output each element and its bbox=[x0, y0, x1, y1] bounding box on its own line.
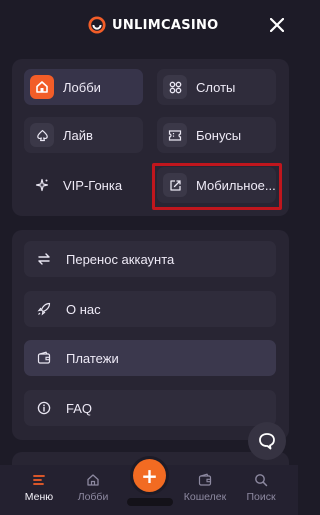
menu-tile-label: Лайв bbox=[63, 127, 93, 143]
menu-tile-bonuses[interactable]: Бонусы bbox=[157, 117, 276, 153]
menu-tile-label: Мобильное... bbox=[196, 177, 276, 193]
logo[interactable]: unlimcasino bbox=[88, 15, 219, 35]
nav-wallet-label: Кошелек bbox=[183, 491, 227, 503]
home-indicator bbox=[127, 498, 173, 506]
menu-row-about[interactable]: О нас bbox=[24, 291, 276, 327]
nav-lobby[interactable]: Лобби bbox=[65, 473, 121, 509]
nav-search[interactable]: Поиск bbox=[233, 473, 289, 509]
menu-tile-label: VIP-Гонка bbox=[63, 177, 123, 193]
menu-row-label: Платежи bbox=[66, 350, 119, 366]
home-icon bbox=[30, 75, 54, 99]
external-edit-icon bbox=[163, 173, 187, 197]
close-button[interactable] bbox=[266, 14, 288, 36]
logo-text: unlimcasino bbox=[112, 17, 219, 33]
home-icon bbox=[87, 474, 99, 486]
close-icon bbox=[270, 18, 284, 32]
rocket-icon bbox=[32, 297, 56, 321]
info-icon bbox=[32, 396, 56, 420]
spade-icon bbox=[30, 123, 54, 147]
menu-tile-mobile-app[interactable]: Мобильное... bbox=[157, 167, 276, 203]
chat-icon bbox=[259, 433, 275, 450]
menu-tile-live[interactable]: Лайв bbox=[24, 117, 143, 153]
nav-menu[interactable]: Меню bbox=[11, 473, 67, 509]
wallet-icon bbox=[198, 473, 212, 486]
menu-row-faq[interactable]: FAQ bbox=[24, 390, 276, 426]
grid-icon bbox=[163, 75, 187, 99]
add-button[interactable]: + bbox=[133, 459, 166, 492]
ticket-icon bbox=[163, 123, 187, 147]
search-icon bbox=[255, 474, 268, 487]
menu-tile-lobby[interactable]: Лобби bbox=[24, 69, 143, 105]
nav-wallet[interactable]: Кошелек bbox=[177, 473, 233, 509]
nav-menu-label: Меню bbox=[24, 491, 54, 503]
chat-support-button[interactable] bbox=[248, 422, 286, 460]
menu-row-label: Перенос аккаунта bbox=[66, 251, 175, 267]
nav-search-label: Поиск bbox=[246, 491, 276, 503]
plus-icon: + bbox=[141, 463, 158, 488]
transfer-icon bbox=[32, 247, 56, 271]
wallet-icon bbox=[32, 346, 56, 370]
sparkle-icon bbox=[30, 173, 54, 197]
menu-row-account-transfer[interactable]: Перенос аккаунта bbox=[24, 241, 276, 277]
menu-list-panel: Перенос аккаунта О нас Платежи FAQ bbox=[12, 230, 289, 440]
menu-tile-label: Слоты bbox=[196, 79, 236, 95]
header: unlimcasino bbox=[0, 0, 298, 50]
menu-row-label: FAQ bbox=[66, 400, 93, 416]
nav-lobby-label: Лобби bbox=[77, 491, 109, 503]
menu-row-payments[interactable]: Платежи bbox=[24, 340, 276, 376]
menu-row-label: О нас bbox=[66, 301, 101, 317]
menu-tile-slots[interactable]: Слоты bbox=[157, 69, 276, 105]
menu-grid-panel: Лобби Слоты Лайв Бонусы VIP-Гонка Мобиль… bbox=[12, 59, 289, 216]
menu-tile-label: Лобби bbox=[63, 79, 101, 95]
menu-tile-label: Бонусы bbox=[196, 127, 242, 143]
logo-icon bbox=[88, 16, 106, 34]
menu-tile-vip-race[interactable]: VIP-Гонка bbox=[24, 167, 143, 203]
menu-icon bbox=[33, 475, 45, 485]
